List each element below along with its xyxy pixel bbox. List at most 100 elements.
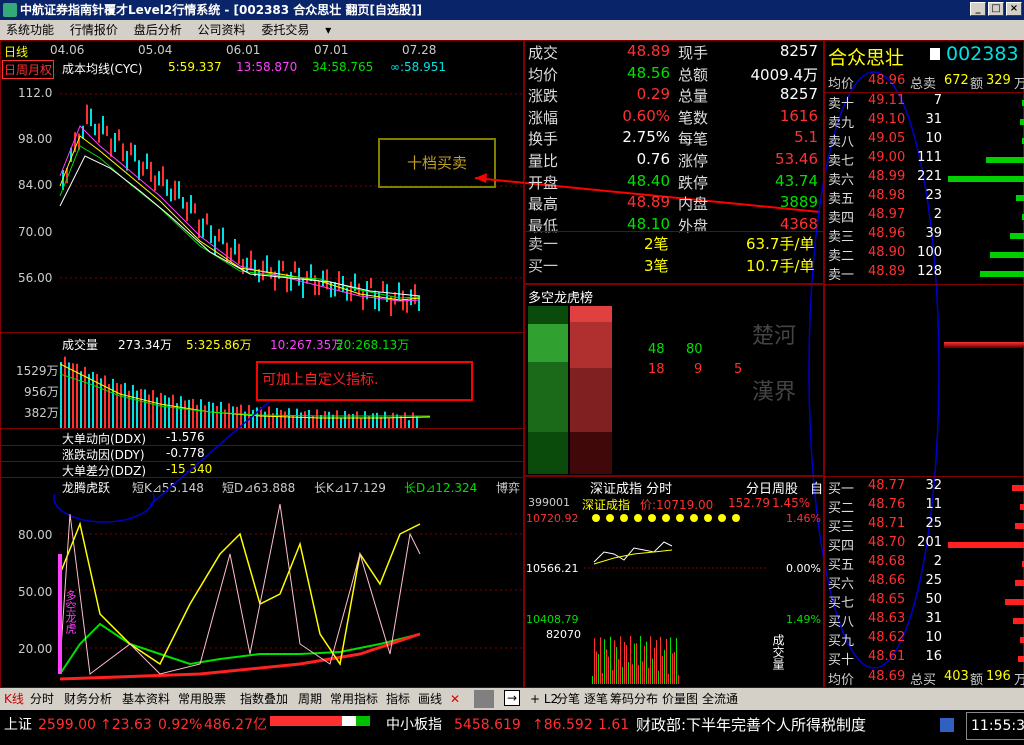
mini-side-tab2[interactable]: 自 [810,478,823,497]
tb-kline[interactable]: K线 [4,688,24,710]
quote-cell: 48.89 [627,42,670,60]
quote-cell: 43.74 [775,171,818,190]
mini-volume-bar [674,652,675,684]
volume-tick: 956万 [24,385,59,399]
maximize-button[interactable]: □ [988,2,1004,16]
mini-tab[interactable]: 深证成指 分时 [590,478,672,497]
kline-chart[interactable] [0,76,524,332]
volume-bar [68,362,70,428]
depth-bar [1011,485,1024,491]
news-ticker[interactable]: 财政部:下半年完善个人所得税制度 [636,712,866,738]
ask-row: 卖三 48.96 39 [828,226,1024,245]
longhu-title: 多空龙虎榜 [528,291,594,306]
orderbook-cell: 买七 [828,596,855,611]
candle [98,123,100,143]
candle [86,104,88,125]
orderbook-cell: 11 [925,497,942,512]
candle [118,129,120,141]
cursor-tool-icon[interactable] [474,690,494,708]
mini-volume-bar [630,636,631,684]
tb-chips[interactable]: 筹码分布 [610,688,658,710]
tb-pricevol[interactable]: 价量图 [662,688,698,710]
candle [190,195,192,214]
tb-common-stocks[interactable]: 常用股票 [178,688,226,710]
tb-intraday[interactable]: 分时 [30,688,54,710]
mini-ytick: 10408.79 [526,613,579,626]
divider [0,332,524,333]
candle [214,235,216,256]
volume-bar [132,384,134,428]
volume-bar [160,392,162,428]
idx2-value: 5458.619 [454,717,521,733]
bid-row: 买一 48.77 32 [828,478,1024,497]
mini-volume-bar [620,636,621,684]
menu-company[interactable]: 公司资料 [198,23,246,37]
mini-volume-bar [638,664,639,684]
quote-cell: 8257 [779,85,818,104]
tb-period[interactable]: 周期 [298,688,322,710]
tb-indicator[interactable]: 指标 [386,688,410,710]
mini-volume-bar [668,673,669,684]
mini-pcttick: 1.46% [786,512,821,525]
orderbook-cell: 32 [925,478,942,493]
volume-bar [144,389,146,428]
volume-bar [188,399,190,428]
orderbook-cell: 100 [917,245,942,260]
orderbook-cell: 48.99 [868,169,906,184]
quote-cell: 1616 [779,106,818,125]
menu-quotes[interactable]: 行情报价 [70,23,118,37]
idx2-pct: 1.61 [598,717,630,733]
bid-summary-row: 均价 48.69 总买 403 额 196 万 [828,669,1024,688]
tb-zhubi[interactable]: 逐笔 [584,688,608,710]
orderbook-cell: 49.00 [868,150,906,165]
candle [238,243,240,264]
dragon-chart [53,494,524,681]
quote-row: 最高 48.89 内盘 3889 [528,193,828,215]
mini-volume-bar [622,667,623,684]
orderbook-cell: 买四 [828,539,855,554]
candle [174,180,176,201]
tb-finance[interactable]: 财务分析 [64,688,112,710]
orderbook-cell: 31 [925,112,942,127]
menu-more-icon[interactable]: ▾ [325,23,331,37]
tb-fenbi[interactable]: 分笔 [556,688,580,710]
mini-volume-bar [634,643,635,684]
candle [102,116,104,135]
candle [90,108,92,127]
tb-float[interactable]: 全流通 [702,688,738,710]
menu-analysis[interactable]: 盘后分析 [134,23,182,37]
orderbook-cell: 10 [925,131,942,146]
ask-row: 卖十 49.11 7 [828,93,1024,112]
quote-cell: 总额 [678,65,709,84]
mini-volume-bar [658,670,659,684]
tb-l2[interactable]: + L2 [530,688,558,710]
quote-cell: 5.1 [794,128,818,147]
longhu-bar-bull [528,306,568,474]
depth-bar [979,271,1024,277]
menu-system[interactable]: 系统功能 [6,23,54,37]
delete-icon[interactable]: ✕ [450,688,460,710]
period-label[interactable]: 日线 [4,43,28,60]
volume-bar [220,401,222,428]
tb-basic[interactable]: 基本资料 [122,688,170,710]
mini-volume-bar [626,645,627,684]
volume-ma5: 5:325.86万 [186,338,252,352]
volume-bar [268,406,270,428]
minimize-button[interactable]: _ [970,2,986,16]
tb-common-indicators[interactable]: 常用指标 [330,688,378,710]
menu-trade[interactable]: 委托交易 [261,23,309,37]
candle [162,166,164,187]
stock-note-icon[interactable] [930,48,940,60]
sell1-row: 卖一 2笔 63.7手/单 [528,235,815,253]
mini-side-tab[interactable]: 分日周股 [746,478,798,497]
buy1-row: 买一 3笔 10.7手/单 [528,257,815,275]
mini-name: 深证成指 [582,498,631,512]
close-button[interactable]: × [1006,2,1022,16]
arrow-icon[interactable]: → [504,690,520,706]
quote-cell: 涨幅 [528,108,559,127]
orderbook-cell: 卖五 [828,192,855,207]
tb-overlay[interactable]: 指数叠加 [240,688,288,710]
ask-row: 卖八 49.05 10 [828,131,1024,150]
tb-draw[interactable]: 画线 [418,688,442,710]
longhu-num: 80 [686,342,703,357]
